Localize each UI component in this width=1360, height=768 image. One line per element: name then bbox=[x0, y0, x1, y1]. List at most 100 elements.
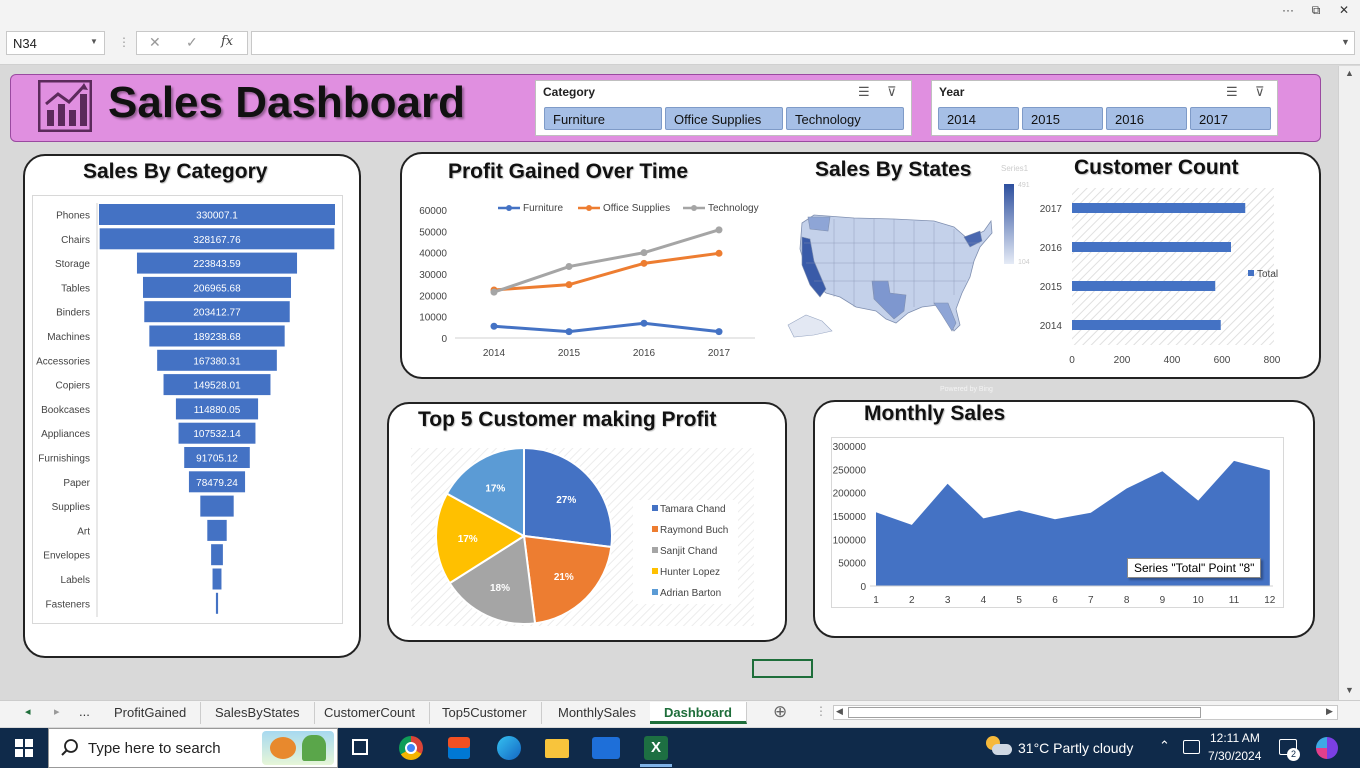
x-tick-label: 7 bbox=[1088, 595, 1094, 606]
legend-swatch bbox=[1248, 270, 1254, 276]
close-window-icon[interactable]: ✕ bbox=[1330, 0, 1358, 21]
slicer-item-technology[interactable]: Technology bbox=[786, 107, 904, 130]
x-tick-label: 8 bbox=[1124, 595, 1130, 606]
clear-filter-icon[interactable]: ⊽ bbox=[1255, 84, 1265, 100]
x-tick-label: 2017 bbox=[708, 348, 731, 359]
tray-chevron-up-icon[interactable]: ⌃ bbox=[1159, 738, 1170, 754]
x-tick-label: 2 bbox=[909, 595, 915, 606]
slicer-item-furniture[interactable]: Furniture bbox=[544, 107, 662, 130]
legend-swatch bbox=[652, 505, 658, 511]
tab-more-button[interactable]: ... bbox=[79, 704, 90, 719]
series-point bbox=[640, 249, 648, 257]
scroll-up-icon[interactable]: ▲ bbox=[1345, 68, 1354, 78]
app-icon[interactable] bbox=[592, 737, 620, 759]
category-tick-label: Fasteners bbox=[46, 599, 90, 610]
scroll-right-icon[interactable]: ▶ bbox=[1326, 706, 1333, 717]
tab-profitgained[interactable]: ProfitGained bbox=[100, 702, 202, 724]
file-explorer-icon[interactable] bbox=[545, 739, 569, 758]
tab-next-icon[interactable]: ▸ bbox=[54, 705, 60, 718]
more-options-icon[interactable]: ··· bbox=[1274, 0, 1302, 21]
weather-text[interactable]: 31°C Partly cloudy bbox=[1018, 740, 1133, 756]
cancel-formula-icon[interactable]: ✕ bbox=[149, 34, 161, 51]
tab-top5customer[interactable]: Top5Customer bbox=[428, 702, 542, 724]
weather-icon bbox=[986, 736, 1012, 758]
sales-by-category-title: Sales By Category bbox=[83, 160, 268, 183]
clock-time[interactable]: 12:11 AM bbox=[1210, 731, 1260, 745]
profit-over-time-chart[interactable]: 60000 50000 40000 30000 20000 10000 0 2014 2015 2… bbox=[410, 190, 760, 370]
y-tick-label: 2017 bbox=[1040, 204, 1063, 215]
top5-customer-chart[interactable]: 27% Tamara Chand 21% Raymond Buch 18% Sanjit … bbox=[411, 448, 754, 626]
more-vertical-icon: ⋮ bbox=[118, 35, 130, 49]
multi-select-icon[interactable]: ☰ bbox=[1226, 84, 1238, 100]
scroll-left-icon[interactable]: ◀ bbox=[836, 706, 843, 717]
tab-customercount[interactable]: CustomerCount bbox=[310, 702, 431, 724]
category-data-label: 91705.12 bbox=[196, 454, 238, 465]
scroll-down-icon[interactable]: ▼ bbox=[1345, 685, 1354, 695]
app-tray-icon[interactable] bbox=[1316, 737, 1338, 759]
formula-input[interactable] bbox=[251, 31, 1355, 55]
clock-date[interactable]: 7/30/2024 bbox=[1208, 749, 1261, 763]
add-sheet-icon[interactable]: ⊕ bbox=[773, 702, 787, 722]
category-bar bbox=[212, 568, 222, 590]
slicer-item-2016[interactable]: 2016 bbox=[1106, 107, 1187, 130]
horizontal-scrollbar[interactable]: ◀ ▶ bbox=[833, 705, 1338, 720]
us-states-map[interactable] bbox=[784, 185, 1029, 345]
legend-label: Furniture bbox=[523, 203, 563, 214]
y-tick-label: 20000 bbox=[419, 291, 447, 302]
tab-salesbystates[interactable]: SalesByStates bbox=[201, 702, 315, 724]
customer-count-chart[interactable]: 0 200 400 600 800 2017 2016 2015 2014 Total bbox=[1030, 185, 1292, 370]
windows-start-icon[interactable] bbox=[15, 739, 33, 757]
slicer-item-2015[interactable]: 2015 bbox=[1022, 107, 1103, 130]
category-tick-label: Accessories bbox=[36, 356, 90, 367]
category-tick-label: Art bbox=[77, 526, 90, 537]
network-icon[interactable] bbox=[1183, 740, 1200, 754]
monthly-sales-chart[interactable]: 3000002500002000001500001000005000001 2 3 4… bbox=[823, 437, 1285, 610]
y-tick-label: 100000 bbox=[833, 535, 867, 546]
insert-function-icon[interactable]: fx bbox=[221, 34, 233, 49]
legend-label: Adrian Barton bbox=[660, 588, 721, 599]
map-credit: Powered by Bing bbox=[940, 386, 993, 393]
scrollbar-thumb[interactable] bbox=[848, 707, 1201, 718]
microsoft-store-icon[interactable] bbox=[448, 737, 470, 759]
tab-prev-icon[interactable]: ◂ bbox=[25, 705, 31, 718]
enter-formula-icon[interactable]: ✓ bbox=[186, 34, 198, 51]
legend-swatch bbox=[652, 526, 658, 532]
slicer-item-2017[interactable]: 2017 bbox=[1190, 107, 1271, 130]
category-tick-label: Furnishings bbox=[38, 454, 90, 465]
category-tick-label: Paper bbox=[63, 478, 90, 489]
excel-icon[interactable]: X bbox=[644, 736, 668, 760]
category-tick-label: Labels bbox=[61, 575, 90, 586]
legend-swatch bbox=[652, 547, 658, 553]
expand-formula-icon[interactable]: ▼ bbox=[1341, 37, 1350, 47]
category-tick-label: Appliances bbox=[41, 429, 90, 440]
series-point bbox=[565, 328, 573, 336]
customer-bar bbox=[1072, 281, 1216, 291]
restore-window-icon[interactable]: ⧉ bbox=[1302, 0, 1330, 21]
chevron-down-icon[interactable]: ▼ bbox=[90, 37, 98, 46]
pie-value-label: 17% bbox=[458, 534, 478, 545]
category-bar bbox=[211, 544, 223, 566]
customer-count-title: Customer Count bbox=[1074, 156, 1239, 179]
category-tick-label: Envelopes bbox=[43, 551, 90, 562]
task-view-icon[interactable] bbox=[352, 739, 368, 755]
vertical-scrollbar[interactable]: ▲ ▼ bbox=[1338, 66, 1360, 700]
legend-label: Technology bbox=[708, 203, 759, 214]
x-tick-label: 4 bbox=[981, 595, 987, 606]
category-data-label: 189238.68 bbox=[193, 332, 241, 343]
y-tick-label: 300000 bbox=[833, 442, 867, 453]
selected-cell[interactable] bbox=[752, 659, 813, 678]
chrome-icon[interactable] bbox=[399, 736, 423, 760]
tab-monthlysales[interactable]: MonthlySales bbox=[544, 702, 652, 724]
series-point bbox=[640, 319, 648, 327]
edge-icon[interactable] bbox=[497, 736, 521, 760]
map-legend-min: 104 bbox=[1018, 259, 1030, 266]
slicer-item-2014[interactable]: 2014 bbox=[938, 107, 1019, 130]
clear-filter-icon[interactable]: ⊽ bbox=[887, 84, 897, 100]
multi-select-icon[interactable]: ☰ bbox=[858, 84, 870, 100]
tab-dashboard[interactable]: Dashboard bbox=[650, 702, 747, 724]
category-data-label: 328167.76 bbox=[193, 235, 241, 246]
slicer-item-office-supplies[interactable]: Office Supplies bbox=[665, 107, 783, 130]
sales-by-category-chart[interactable]: Phones 330007.1 Chairs 328167.76 Storage 2238… bbox=[32, 195, 344, 625]
y-tick-label: 10000 bbox=[419, 313, 447, 324]
more-vertical-icon: ⋮ bbox=[815, 704, 827, 718]
